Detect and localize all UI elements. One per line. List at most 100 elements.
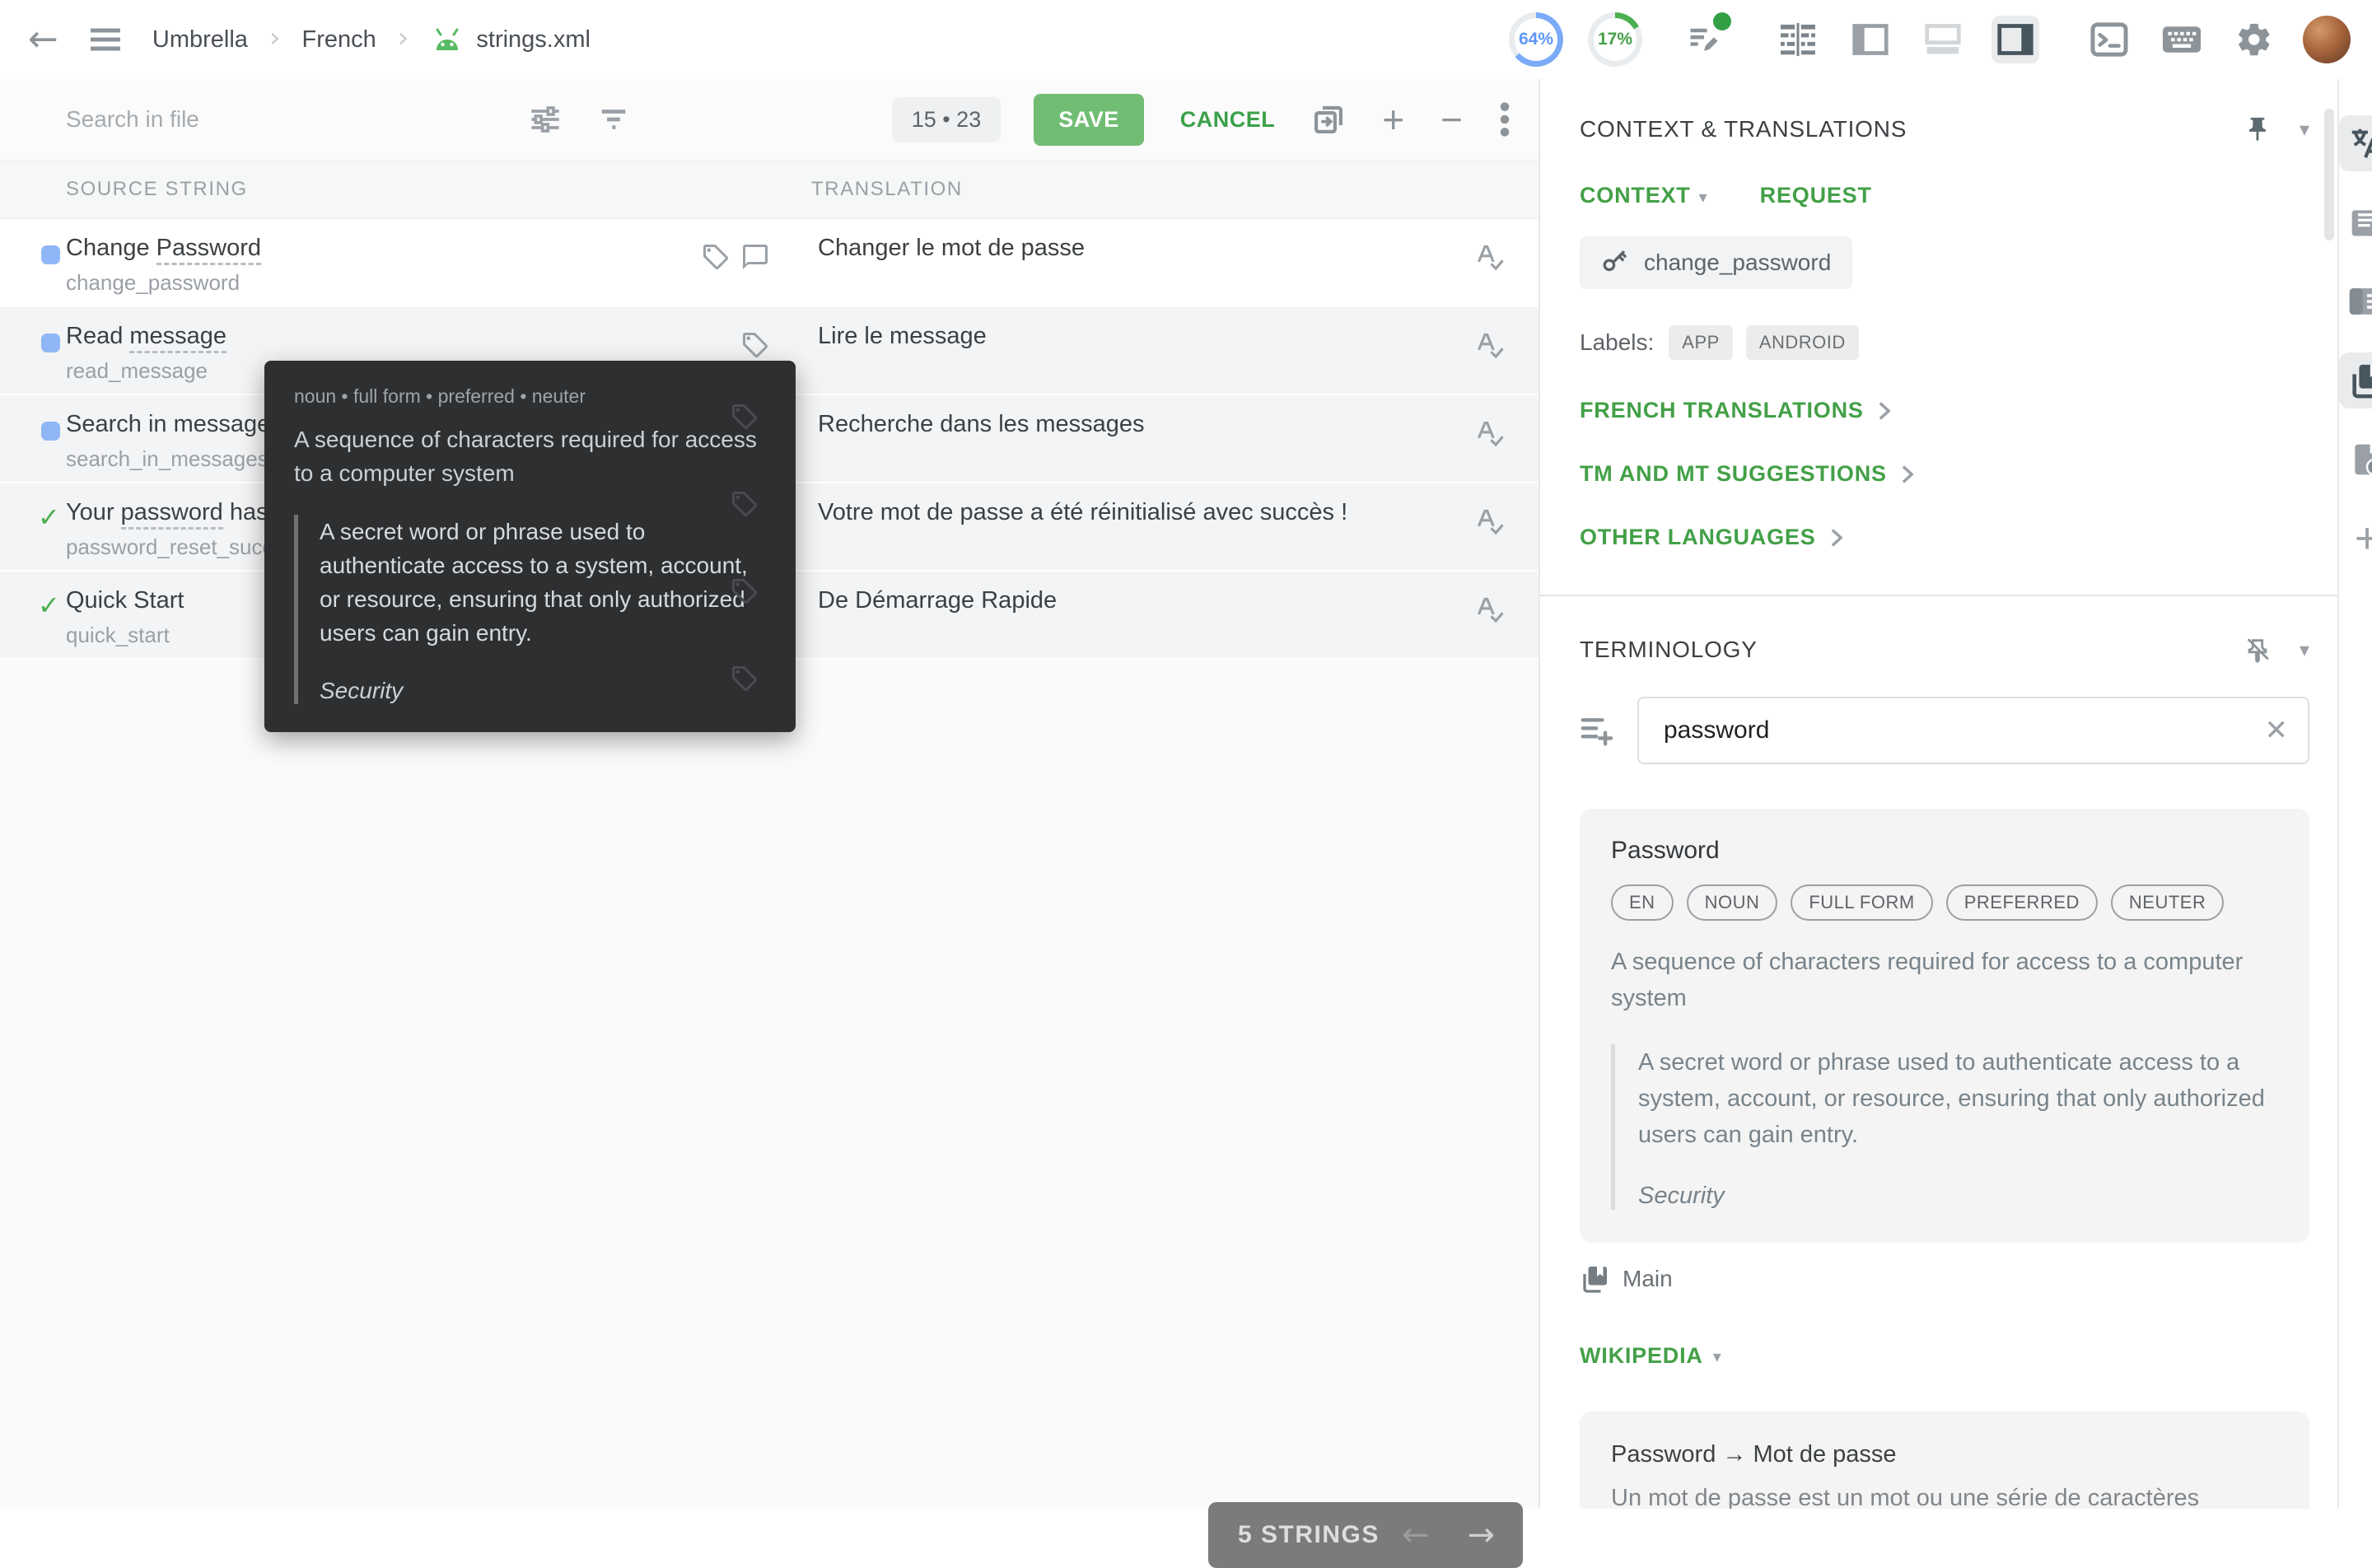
source-column-header[interactable]: SOURCE STRING (0, 178, 811, 201)
more-options-icon[interactable] (1499, 101, 1511, 138)
breadcrumb-file[interactable]: strings.xml (430, 26, 591, 54)
table-row[interactable]: Change Password change_password Changer … (0, 219, 1539, 307)
add-panel-icon[interactable]: + (2339, 511, 2372, 567)
tag-icon (730, 402, 759, 432)
unpin-icon[interactable] (2244, 636, 2272, 664)
add-term-icon[interactable] (1580, 714, 1616, 747)
back-icon[interactable]: ← (28, 21, 58, 58)
term-highlight[interactable]: password (121, 499, 223, 530)
strings-pager: 5 STRINGS ← → (1208, 1502, 1523, 1568)
source-cell[interactable]: Change Password change_password (0, 219, 811, 306)
pin-icon[interactable] (2244, 115, 2272, 143)
translation-cell[interactable]: De Démarrage Rapide (811, 572, 1539, 658)
comment-icon[interactable] (740, 242, 770, 272)
cancel-button[interactable]: CANCEL (1180, 107, 1276, 133)
string-key-pill[interactable]: change_password (1580, 236, 1852, 289)
tooltip-definition: A sequence of characters required for ac… (294, 422, 766, 490)
progress-value: 17% (1598, 30, 1632, 49)
translation-cell[interactable]: Votre mot de passe a été réinitialisé av… (811, 483, 1539, 570)
file-info-tab-icon[interactable]: i (2339, 432, 2372, 488)
editor-mode-icon[interactable] (1680, 16, 1728, 63)
term-highlight[interactable]: Password (156, 235, 261, 265)
breadcrumb: Umbrella › French › strings.xml (152, 25, 591, 54)
strings-count: 5 STRINGS (1238, 1521, 1380, 1549)
wikipedia-section-title[interactable]: WIKIPEDIA (1580, 1343, 1703, 1369)
collapse-chevron-icon[interactable]: ▾ (2300, 638, 2309, 661)
tab-context[interactable]: CONTEXT▾ (1580, 183, 1707, 208)
right-panel-view-icon[interactable] (1991, 16, 2039, 63)
glossary-source[interactable]: Main (1580, 1264, 2309, 1294)
spellcheck-icon[interactable] (1473, 593, 1506, 626)
android-icon (430, 27, 465, 52)
translation-string: Votre mot de passe a été réinitialisé av… (818, 497, 1539, 528)
terminal-icon[interactable] (2085, 16, 2133, 63)
context-panel: CONTEXT & TRANSLATIONS ▾ CONTEXT▾ REQUES… (1540, 79, 2339, 1509)
clear-search-icon[interactable]: ✕ (2265, 714, 2289, 747)
translation-string: Changer le mot de passe (818, 232, 1539, 264)
translation-cell[interactable]: Recherche dans les messages (811, 395, 1539, 482)
settings-gear-icon[interactable] (2230, 16, 2278, 63)
terminology-search-input[interactable]: password ✕ (1637, 697, 2309, 764)
translation-cell[interactable]: Changer le mot de passe (811, 219, 1539, 306)
next-page-icon[interactable]: → (1467, 1519, 1495, 1552)
user-avatar[interactable] (2303, 16, 2351, 63)
status-translated-icon: ✓ (38, 502, 60, 533)
breadcrumb-language[interactable]: French (302, 26, 376, 54)
context-tab-icon[interactable] (2339, 273, 2372, 329)
side-by-side-view-icon[interactable] (1774, 16, 1822, 63)
term-highlight[interactable]: message (129, 323, 226, 353)
term-attribute-pill: PREFERRED (1946, 884, 2098, 921)
collapse-chevron-icon[interactable]: ▾ (2300, 118, 2309, 141)
term-quote: A secret word or phrase used to authenti… (1638, 1044, 2278, 1153)
panel-divider (1540, 595, 2337, 596)
tag-icon[interactable] (701, 242, 731, 272)
term-card: Password ENNOUNFULL FORMPREFERREDNEUTER … (1580, 809, 2309, 1243)
translation-string: Recherche dans les messages (818, 408, 1539, 440)
comments-tab-icon[interactable] (2339, 194, 2372, 250)
term-name: Password (1611, 837, 2278, 865)
terminology-title: TERMINOLOGY (1580, 637, 1758, 663)
tooltip-attribution: Security (320, 678, 766, 704)
terminology-tab-icon[interactable] (2339, 352, 2372, 408)
spellcheck-icon[interactable] (1473, 417, 1506, 450)
source-string: Change Password (66, 232, 811, 264)
save-button[interactable]: SAVE (1034, 94, 1144, 146)
filter-settings-icon[interactable] (529, 103, 562, 136)
translation-column-header[interactable]: TRANSLATION (811, 178, 963, 201)
breadcrumb-project[interactable]: Umbrella (152, 26, 248, 54)
menu-icon[interactable] (90, 27, 121, 52)
copy-source-icon[interactable] (1311, 102, 1346, 137)
right-icon-rail: i + (2339, 79, 2372, 1509)
label-badge[interactable]: ANDROID (1746, 325, 1859, 360)
chevron-right-icon: › (269, 21, 281, 54)
top-bar: ← Umbrella › French › strings.xml 64% (0, 0, 2372, 79)
key-icon (1601, 249, 1629, 277)
panel-scrollbar[interactable] (2324, 109, 2334, 240)
prev-page-icon[interactable]: ← (1402, 1519, 1430, 1552)
left-panel-view-icon[interactable] (1847, 16, 1894, 63)
translations-tab-icon[interactable] (2339, 115, 2372, 171)
zoom-out-icon[interactable]: − (1440, 100, 1463, 138)
editor-main: Search in file 15 • 23 SAVE CANCEL (0, 79, 1540, 1509)
progress-ring-translated[interactable]: 64% (1509, 12, 1563, 67)
chevron-right-icon (1829, 528, 1844, 548)
translation-cell[interactable]: Lire le message (811, 307, 1539, 394)
progress-ring-approved[interactable]: 17% (1588, 12, 1642, 67)
filter-list-icon[interactable] (598, 104, 629, 135)
bottom-panel-view-icon[interactable] (1919, 16, 1967, 63)
search-input[interactable]: Search in file (66, 106, 199, 133)
panel-section-other-languages[interactable]: OTHER LANGUAGES (1580, 525, 2309, 550)
label-badge[interactable]: APP (1669, 325, 1733, 360)
tab-request[interactable]: REQUEST (1760, 183, 1872, 208)
translation-string: Lire le message (818, 320, 1539, 352)
spellcheck-icon[interactable] (1473, 329, 1506, 362)
spellcheck-icon[interactable] (1473, 240, 1506, 273)
keyboard-icon[interactable] (2158, 16, 2206, 63)
zoom-in-icon[interactable]: + (1382, 100, 1404, 138)
panel-section-tm-and-mt-suggestions[interactable]: TM AND MT SUGGESTIONS (1580, 461, 2309, 487)
wikipedia-entry-title: Password → Mot de passe (1611, 1441, 2278, 1468)
file-name: strings.xml (476, 26, 591, 54)
panel-section-french-translations[interactable]: FRENCH TRANSLATIONS (1580, 398, 2309, 423)
spellcheck-icon[interactable] (1473, 505, 1506, 538)
tag-icon[interactable] (740, 330, 770, 360)
